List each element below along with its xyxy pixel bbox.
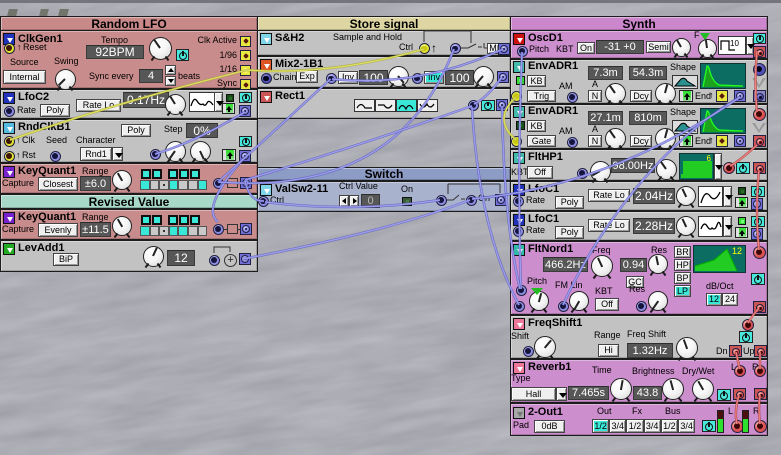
svg-text:10: 10 [730,39,739,48]
